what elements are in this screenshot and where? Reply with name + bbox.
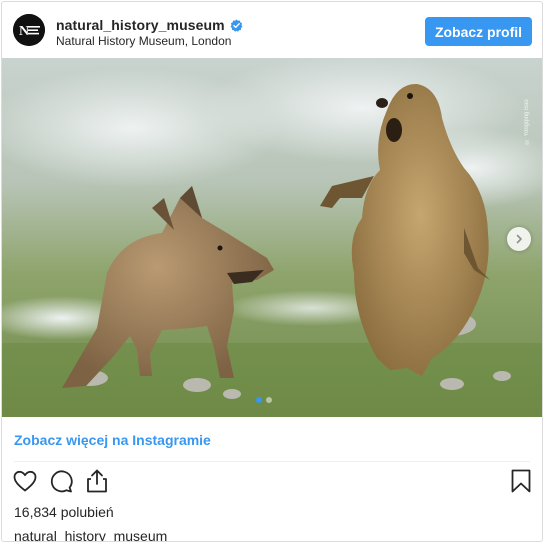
heart-icon <box>13 470 37 492</box>
post-header: N natural_history_museum Natural History… <box>2 2 542 58</box>
username-row: natural_history_museum <box>56 16 243 34</box>
username-link[interactable]: natural_history_museum <box>56 17 225 33</box>
view-more-on-instagram-link[interactable]: Zobacz więcej na Instagramie <box>14 432 211 448</box>
divider <box>14 461 530 462</box>
photo-credit: © Yongqing Bao <box>524 99 530 144</box>
chevron-right-icon <box>516 234 522 244</box>
post-photo[interactable]: © Yongqing Bao <box>2 58 542 417</box>
caption-username-link[interactable]: natural_history_museum <box>14 528 167 541</box>
carousel-dot <box>266 397 272 403</box>
action-bar <box>2 468 542 498</box>
comment-button[interactable] <box>48 468 74 494</box>
bookmark-icon <box>511 469 531 493</box>
share-button[interactable] <box>84 468 110 494</box>
view-profile-button[interactable]: Zobacz profil <box>425 17 532 46</box>
fox-and-marmot-photo <box>2 58 542 417</box>
nhm-logo-icon: N <box>13 14 45 46</box>
carousel-indicator <box>256 397 272 403</box>
svg-text:N: N <box>19 24 29 39</box>
instagram-embed: N natural_history_museum Natural History… <box>1 1 543 542</box>
comment-icon <box>50 470 73 493</box>
location-link[interactable]: Natural History Museum, London <box>56 34 231 48</box>
likes-count: 16,834 polubień <box>14 504 114 520</box>
next-slide-button[interactable] <box>507 227 531 251</box>
avatar[interactable]: N <box>13 14 45 46</box>
like-button[interactable] <box>12 468 38 494</box>
share-icon <box>87 469 107 493</box>
verified-badge-icon <box>230 19 243 32</box>
save-button[interactable] <box>508 468 534 494</box>
carousel-dot-active <box>256 397 262 403</box>
